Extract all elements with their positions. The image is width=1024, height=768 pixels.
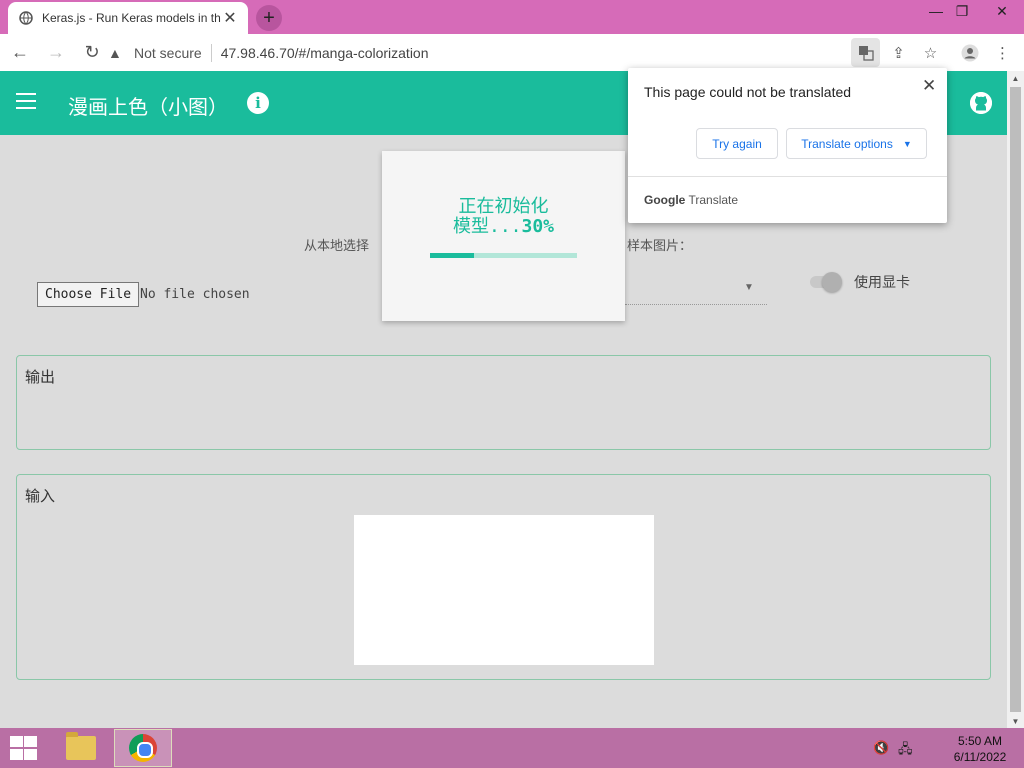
brand-google: Google — [644, 193, 686, 207]
address-bar[interactable]: ▲ Not secure 47.98.46.70/#/manga-coloriz… — [108, 38, 884, 67]
chrome-icon[interactable] — [114, 729, 172, 767]
translate-popup: This page could not be translated ✕ Try … — [628, 68, 947, 223]
close-window-icon[interactable]: ✕ — [985, 0, 1019, 22]
browser-tab[interactable]: Keras.js - Run Keras models in th ✕ — [8, 2, 248, 34]
translate-options-button[interactable]: Translate options ▼ — [786, 128, 927, 159]
omnibox-divider — [210, 43, 212, 62]
hint-text-right: 样本图片： — [627, 239, 693, 254]
share-icon[interactable]: ⇪ — [884, 38, 913, 67]
loading-percent: 30% — [521, 216, 555, 237]
hamburger-menu-icon[interactable] — [16, 93, 36, 109]
scroll-up-icon[interactable]: ▲ — [1007, 71, 1024, 85]
chevron-down-icon[interactable]: ▼ — [744, 282, 754, 293]
loading-progress-fill — [430, 253, 475, 258]
choose-file-button[interactable]: Choose File — [37, 282, 140, 307]
new-tab-button[interactable]: + — [256, 5, 282, 31]
translate-options-label: Translate options — [801, 136, 893, 151]
gpu-toggle[interactable] — [808, 272, 844, 292]
profile-icon[interactable] — [955, 38, 984, 67]
output-panel: 输出 — [16, 355, 991, 450]
security-label[interactable]: Not secure — [134, 45, 202, 61]
windows-taskbar: 🔇 🖧 5:50 AM 6/11/2022 — [0, 728, 1024, 768]
page-scrollbar[interactable]: ▲ ▼ — [1007, 71, 1024, 728]
page-title: 漫画上色（小图） — [68, 95, 228, 119]
brand-translate: Translate — [688, 193, 739, 207]
try-again-button[interactable]: Try again — [696, 128, 778, 159]
taskbar-clock[interactable]: 5:50 AM 6/11/2022 — [940, 733, 1020, 765]
bookmark-star-icon[interactable]: ☆ — [916, 38, 945, 67]
translate-icon[interactable] — [851, 38, 880, 67]
restore-icon[interactable]: ❐ — [945, 0, 979, 22]
input-canvas[interactable] — [354, 515, 654, 665]
sample-image-select[interactable] — [625, 304, 767, 305]
caret-down-icon: ▼ — [902, 138, 912, 149]
tab-close-icon[interactable]: ✕ — [222, 8, 238, 28]
hint-text-left: 从本地选择 — [304, 239, 370, 254]
menu-dots-icon[interactable]: ⋮ — [988, 38, 1017, 67]
loading-line-2: 模型... — [452, 216, 522, 237]
loading-message: 正在初始化 模型...30% — [382, 197, 625, 237]
input-panel-title: 输入 — [25, 487, 56, 505]
popup-divider — [628, 176, 947, 177]
clock-date: 6/11/2022 — [953, 750, 1007, 764]
file-status: No file chosen — [140, 287, 250, 302]
scroll-down-icon[interactable]: ▼ — [1007, 714, 1024, 728]
network-icon[interactable]: 🖧 — [898, 740, 913, 762]
loading-dialog: 正在初始化 模型...30% — [382, 151, 625, 321]
clock-time: 5:50 AM — [957, 734, 1003, 748]
info-icon[interactable]: i — [247, 92, 269, 114]
gpu-toggle-label: 使用显卡 — [854, 275, 910, 291]
browser-toolbar: ← → ↻ ▲ Not secure 47.98.46.70/#/manga-c… — [0, 34, 1024, 71]
loading-line-1: 正在初始化 — [458, 196, 549, 217]
translate-message: This page could not be translated — [644, 84, 852, 100]
speaker-muted-icon[interactable]: 🔇 — [873, 740, 889, 756]
url-text[interactable]: 47.98.46.70/#/manga-colorization — [221, 45, 429, 61]
github-icon[interactable] — [970, 92, 992, 114]
loading-progress-bar — [430, 253, 577, 258]
tab-title: Keras.js - Run Keras models in th — [42, 11, 221, 25]
file-explorer-icon[interactable] — [52, 729, 110, 767]
warning-icon[interactable]: ▲ — [108, 45, 128, 61]
output-panel-title: 输出 — [25, 368, 56, 386]
forward-icon[interactable]: → — [40, 37, 72, 69]
reload-icon[interactable]: ↻ — [76, 37, 108, 69]
scrollbar-thumb[interactable] — [1010, 87, 1021, 712]
back-icon[interactable]: ← — [4, 37, 36, 69]
globe-icon — [18, 10, 34, 26]
google-translate-brand: Google Translate — [644, 193, 738, 207]
browser-titlebar: Keras.js - Run Keras models in th ✕ + — … — [0, 0, 1024, 34]
windows-start-icon[interactable] — [8, 736, 38, 760]
close-icon[interactable]: ✕ — [922, 76, 936, 96]
